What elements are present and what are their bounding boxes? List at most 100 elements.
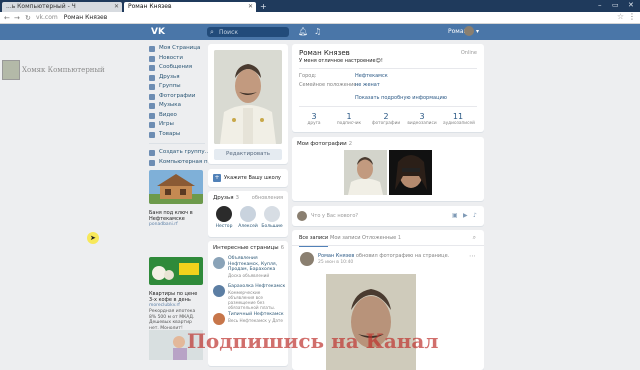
page-name: Объявления Нефтекамск, Купля, Продам, Ба… [228,256,278,272]
counter-num: 3 [419,112,425,121]
browser-menu-icon[interactable]: ⋮ [628,12,636,21]
page-title: Роман Князев [299,49,350,57]
friend-name: Алексей [238,224,258,229]
vk-header: VK ⌕ 🔔︎ ♫ Роман ▾ [0,24,640,40]
message-icon [149,65,155,71]
profile-photo[interactable] [214,50,282,144]
friends-updates-link[interactable]: обновления [252,195,283,201]
ad-link[interactable]: ponadbani.rf [149,222,203,228]
avatar[interactable] [300,252,314,266]
wall-tabs: Все записи Мои записи Отложенные 1 ⌕ [292,230,484,247]
ad-apartments[interactable]: Квартиры по цене 3-х кофе в день moreclu… [149,257,203,331]
minimize-icon[interactable]: – [598,1,602,9]
menu-item-computer-help[interactable]: Компьютерная по... [149,158,216,168]
video-icon[interactable]: ▶ [463,206,468,226]
tab-all-posts[interactable]: Все записи [299,230,329,247]
menu-item-news[interactable]: Новости [149,54,205,64]
search-input[interactable] [219,28,287,36]
menu-label: Друзья [159,73,180,80]
music-icon[interactable]: ♫ [314,27,321,37]
tab-postponed[interactable]: Отложенные 1 [362,230,401,246]
counter-followers[interactable]: 1 подписчик [334,112,364,127]
school-panel[interactable]: + Укажите Вашу школу [208,169,288,187]
photo-thumbnail[interactable] [344,150,387,195]
counter-friends[interactable]: 3 друга [299,112,329,127]
family-label: Семейное положение: [299,82,359,88]
browser-tab-1[interactable]: ...ь Компьютерный - Ч ✕ [2,2,122,12]
counter-videos[interactable]: 3 видеозаписи [407,112,437,127]
url-field[interactable]: vk.com Роман Князев [36,13,107,23]
chevron-down-icon[interactable]: ▾ [476,26,479,38]
new-post-box[interactable]: Что у Вас нового? ▣ ▶ ♪ [292,206,484,226]
list-item[interactable]: Объявления Нефтекамск, Купля, Продам, Ба… [213,255,285,279]
vk-logo[interactable]: VK [151,26,171,38]
page-name: Барахолка Нефтекамск [228,284,286,289]
menu-item-friends[interactable]: Друзья [149,73,205,83]
show-more-link[interactable]: Показать подробную информацию [355,95,447,101]
photos-title[interactable]: Мои фотографии 2 [297,141,352,147]
post-date[interactable]: 25 июн в 10:40 [318,260,353,265]
family-value[interactable]: не женат [355,82,380,88]
music-icon[interactable]: ♪ [473,206,477,226]
friend-item[interactable]: Нестор [213,206,235,229]
post-image[interactable] [326,274,416,370]
friends-title[interactable]: Друзья 3 [213,195,239,201]
counter-photos[interactable]: 2 фотографии [371,112,401,127]
more-icon[interactable]: ⋯ [469,252,476,260]
forward-icon[interactable]: → [14,13,20,23]
post-author[interactable]: Роман Князев обновил фотографию на стран… [318,253,449,259]
cursor-arrow-icon: ➤ [90,234,96,242]
photos-title-text: Мои фотографии [297,141,347,147]
friends-count: 3 [235,195,240,201]
menu-item-goods[interactable]: Товары [149,130,205,140]
menu-item-groups[interactable]: Группы [149,82,205,92]
menu-label: Музыка [159,102,181,108]
profile-info-panel: Роман Князев Online У меня отличное наст… [292,44,484,132]
page-desc: Доска объявлений [228,273,270,278]
ad-text: Рекордная ипотека 8% 500 м от МКАД. Деше… [149,309,196,331]
games-icon [149,122,155,128]
watermark-logo-icon [2,60,20,80]
friend-item[interactable]: Большие [261,206,283,229]
pages-title[interactable]: Интересные страницы 6 [213,245,284,251]
vk-search[interactable]: ⌕ [207,27,289,37]
menu-item-video[interactable]: Видео [149,111,205,121]
close-window-icon[interactable]: ✕ [628,1,634,9]
new-tab-button[interactable]: + [260,2,270,12]
menu-item-my-page[interactable]: Моя Страница [149,44,205,54]
my-photos-panel: Мои фотографии 2 [292,137,484,201]
menu-item-create-group[interactable]: Создать группу... [149,148,210,158]
maximize-icon[interactable]: ▭ [612,1,619,9]
menu-item-music[interactable]: Музыка [149,101,205,111]
camera-icon[interactable]: ▣ [452,206,458,226]
counter-label: друга [307,121,321,126]
friend-item[interactable]: Алексей [237,206,259,229]
profile-status[interactable]: У меня отличное настроение😊! [299,58,383,64]
divider [299,106,477,107]
edit-profile-button[interactable]: Редактировать [214,149,282,160]
search-icon[interactable]: ⌕ [473,230,476,246]
close-icon[interactable]: ✕ [114,2,119,12]
bell-icon[interactable]: 🔔︎ [298,27,308,37]
photo-thumbnail[interactable] [389,150,432,195]
browser-tab-2[interactable]: Роман Князев ✕ [124,2,256,12]
back-icon[interactable]: ← [4,13,10,23]
ad-sauna[interactable]: Баня под ключ в Нефтекамске ponadbani.rf [149,170,203,228]
url-domain: vk.com [36,14,58,21]
list-item[interactable]: Барахолка Нефтекамск Коммерческие объявл… [213,283,286,310]
counter-audio[interactable]: 11 аудиозаписей [443,112,475,127]
menu-label: Создать группу... [159,149,210,155]
menu-item-games[interactable]: Игры [149,120,205,130]
header-avatar[interactable] [464,26,474,36]
plus-icon [149,150,155,156]
new-post-input[interactable]: Что у Вас нового? [311,206,358,226]
tab-postponed-label: Отложенные [362,235,397,241]
friends-icon [149,74,155,81]
menu-item-messages[interactable]: Сообщения [149,63,205,73]
city-value[interactable]: Нефтекамск [355,73,388,79]
reload-icon[interactable]: ↻ [25,13,31,23]
tab-my-posts[interactable]: Мои записи [330,230,360,246]
menu-item-photos[interactable]: Фотографии [149,92,205,102]
close-icon[interactable]: ✕ [248,2,253,12]
bookmark-star-icon[interactable]: ☆ [617,12,624,21]
